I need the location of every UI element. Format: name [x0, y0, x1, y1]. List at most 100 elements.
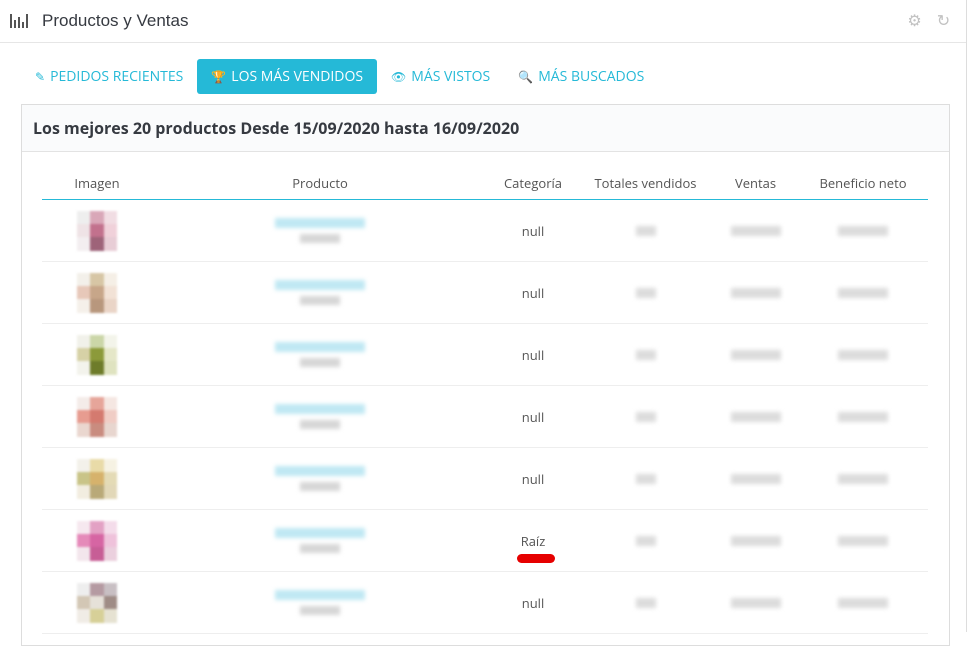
category-cell: null — [488, 571, 578, 634]
category-label: null — [521, 283, 545, 302]
net-profit-value — [838, 349, 888, 360]
product-reference — [300, 420, 340, 429]
category-cell: null — [488, 447, 578, 510]
total-sold-cell — [578, 509, 713, 572]
sales-value — [730, 411, 781, 422]
net-profit-value — [838, 597, 888, 608]
tab-label: PEDIDOS RECIENTES — [50, 67, 184, 86]
col-ventas: Ventas — [713, 167, 798, 200]
table-row[interactable]: null — [42, 571, 928, 634]
products-sales-panel: Productos y Ventas ⚙ ↻ ✎ PEDIDOS RECIENT… — [0, 0, 967, 646]
table-row[interactable]: null — [42, 199, 928, 262]
product-image-cell — [42, 199, 152, 262]
gear-icon[interactable]: ⚙ — [906, 12, 923, 29]
category-label: Raíz — [520, 531, 546, 550]
best-sellers-title: Los mejores 20 productos Desde 15/09/202… — [22, 105, 949, 152]
product-reference — [300, 296, 340, 305]
sales-value — [730, 225, 781, 236]
table-row[interactable]: null — [42, 261, 928, 324]
category-label: null — [521, 469, 545, 488]
category-label: null — [521, 407, 545, 426]
table-row[interactable]: null — [42, 447, 928, 510]
sales-value — [730, 597, 781, 608]
category-cell: null — [488, 323, 578, 386]
net-profit-value — [838, 473, 888, 484]
total-sold-value — [635, 473, 656, 484]
tab-mas-vistos[interactable]: 👁 MÁS VISTOS — [377, 59, 504, 94]
bar-chart-icon — [10, 14, 32, 28]
product-thumbnail[interactable] — [77, 272, 117, 313]
tab-los-mas-vendidos[interactable]: 🏆 LOS MÁS VENDIDOS — [197, 59, 378, 94]
total-sold-value — [635, 287, 656, 298]
search-icon: 🔍 — [518, 68, 534, 85]
product-thumbnail[interactable] — [77, 396, 117, 437]
col-totales-vendidos: Totales vendidos — [578, 167, 713, 200]
total-sold-value — [635, 597, 656, 608]
category-label: null — [521, 221, 545, 240]
pencil-icon: ✎ — [35, 68, 46, 85]
red-highlight-mark — [516, 553, 555, 563]
col-categoria: Categoría — [488, 167, 578, 200]
total-sold-cell — [578, 385, 713, 448]
product-image-cell — [42, 571, 152, 634]
trophy-icon: 🏆 — [211, 68, 227, 85]
panel-title: Productos y Ventas — [42, 11, 189, 30]
product-thumbnail[interactable] — [77, 582, 117, 623]
eye-icon: 👁 — [391, 68, 407, 85]
col-beneficio-neto: Beneficio neto — [798, 167, 928, 200]
category-label: null — [521, 345, 545, 364]
category-cell: Raíz — [488, 509, 578, 572]
product-link[interactable] — [275, 280, 365, 290]
col-producto: Producto — [152, 167, 488, 200]
product-image-cell — [42, 261, 152, 324]
product-reference — [300, 606, 340, 615]
product-reference — [300, 482, 340, 491]
net-profit-cell — [798, 571, 928, 634]
net-profit-cell — [798, 199, 928, 262]
panel-header: Productos y Ventas ⚙ ↻ — [0, 0, 966, 43]
best-sellers-table: Imagen Producto Categoría Totales vendid… — [42, 167, 928, 634]
sales-cell — [713, 509, 798, 572]
product-link[interactable] — [275, 590, 365, 600]
total-sold-cell — [578, 261, 713, 324]
product-link[interactable] — [275, 218, 365, 228]
total-sold-cell — [578, 571, 713, 634]
total-sold-value — [635, 225, 656, 236]
product-reference — [300, 234, 340, 243]
sales-cell — [713, 261, 798, 324]
category-cell: null — [488, 261, 578, 324]
total-sold-value — [635, 349, 656, 360]
product-link[interactable] — [275, 404, 365, 414]
table-header-row: Imagen Producto Categoría Totales vendid… — [42, 167, 928, 200]
product-link[interactable] — [275, 342, 365, 352]
total-sold-cell — [578, 323, 713, 386]
product-thumbnail[interactable] — [77, 520, 117, 561]
table-row[interactable]: Raíz — [42, 509, 928, 572]
product-reference — [300, 544, 340, 553]
total-sold-value — [635, 411, 656, 422]
product-cell — [152, 571, 488, 634]
tab-mas-buscados[interactable]: 🔍 MÁS BUSCADOS — [504, 59, 658, 94]
net-profit-cell — [798, 385, 928, 448]
product-link[interactable] — [275, 466, 365, 476]
product-thumbnail[interactable] — [77, 210, 117, 251]
net-profit-value — [838, 411, 888, 422]
product-thumbnail[interactable] — [77, 334, 117, 375]
category-label: null — [521, 593, 545, 612]
product-cell — [152, 447, 488, 510]
sales-cell — [713, 385, 798, 448]
product-link[interactable] — [275, 528, 365, 538]
sales-value — [730, 535, 781, 546]
product-cell — [152, 509, 488, 572]
table-row[interactable]: null — [42, 323, 928, 386]
total-sold-value — [635, 535, 656, 546]
net-profit-cell — [798, 261, 928, 324]
best-sellers-box: Los mejores 20 productos Desde 15/09/202… — [21, 104, 950, 646]
sales-cell — [713, 447, 798, 510]
product-image-cell — [42, 447, 152, 510]
refresh-icon[interactable]: ↻ — [935, 12, 952, 29]
tab-pedidos-recientes[interactable]: ✎ PEDIDOS RECIENTES — [21, 59, 197, 94]
sales-cell — [713, 323, 798, 386]
product-thumbnail[interactable] — [77, 458, 117, 499]
table-row[interactable]: null — [42, 385, 928, 448]
